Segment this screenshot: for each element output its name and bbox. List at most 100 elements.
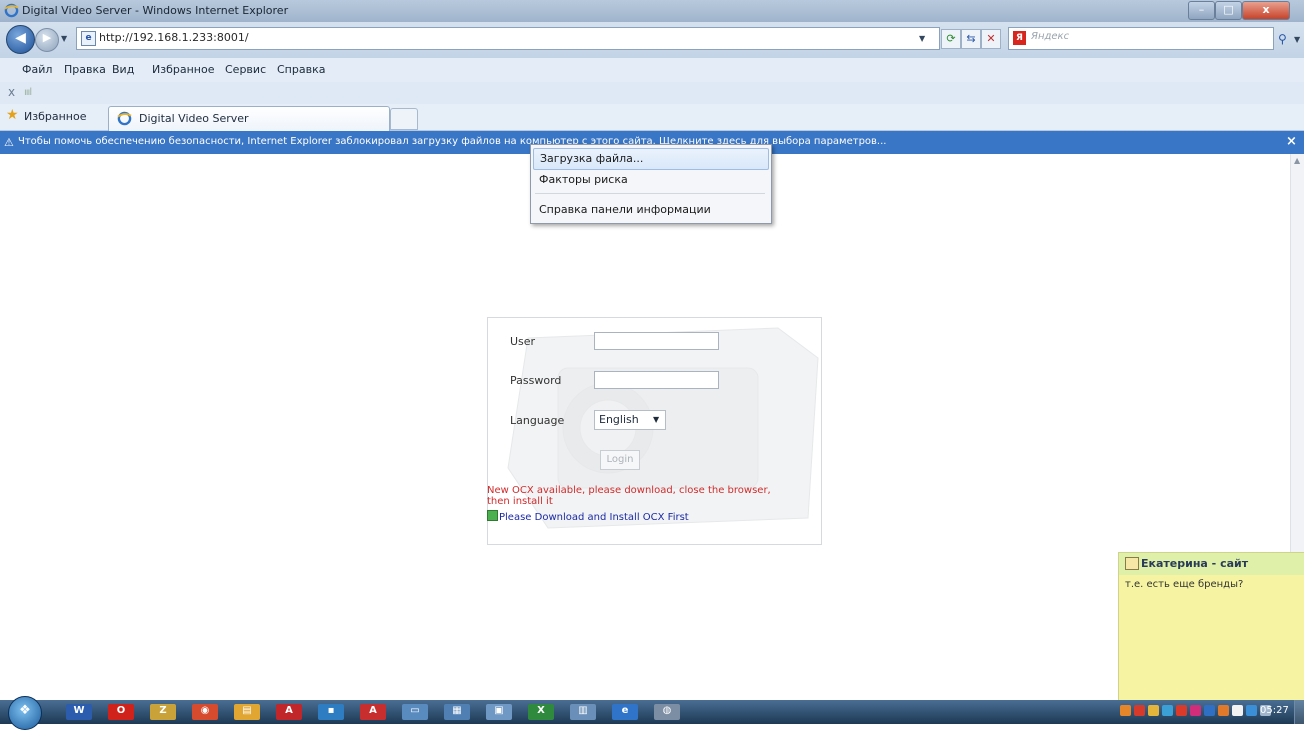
tray-icon[interactable] [1190, 705, 1201, 716]
start-button[interactable]: ❖ [8, 696, 42, 730]
star-icon: ★ [6, 107, 19, 123]
stop-button[interactable]: ✕ [981, 29, 1001, 49]
menu-item-risk-factors[interactable]: Факторы риска [533, 170, 767, 190]
download-icon [487, 510, 498, 521]
show-desktop-button[interactable] [1294, 700, 1304, 724]
close-icon[interactable]: × [1286, 134, 1297, 149]
taskbar-app-excel[interactable]: X [528, 704, 554, 720]
word-icon: W [73, 705, 85, 716]
chat-header: Екатерина - сайт [1119, 553, 1304, 575]
window-title: Digital Video Server - Windows Internet … [22, 4, 289, 17]
tray-icon[interactable] [1204, 705, 1215, 716]
taskbar-app-app9[interactable]: ▭ [402, 704, 428, 720]
internet-explorer-icon: e [621, 705, 629, 716]
address-url[interactable]: http://192.168.1.233:8001/ [99, 31, 249, 44]
menu-bar: Файл Правка Вид Избранное Сервис Справка [0, 58, 1304, 83]
taskbar-app-app8[interactable]: A [360, 704, 386, 720]
acrobat-icon: A [285, 705, 293, 716]
app7-icon: ▪ [327, 705, 335, 716]
arrow-right-icon: ▶ [42, 31, 52, 44]
forward-button[interactable]: ▶ [35, 28, 59, 52]
tray-icon[interactable] [1148, 705, 1159, 716]
menu-edit[interactable]: Правка [64, 63, 106, 76]
command-bar: x ıııl [0, 82, 1304, 105]
ocx-download-label[interactable]: Please Download and Install OCX First [499, 512, 689, 523]
address-dropdown-icon[interactable]: ▼ [919, 34, 925, 43]
password-input[interactable] [594, 371, 719, 389]
login-button[interactable]: Login [600, 450, 640, 470]
menu-separator [535, 193, 765, 194]
taskbar-app-explorer-folder[interactable]: ▤ [234, 704, 260, 720]
search-icon[interactable]: ⚲ [1278, 32, 1287, 46]
ocx-download-link[interactable]: Please Download and Install OCX First [487, 510, 689, 523]
app11-icon: ▣ [494, 705, 504, 716]
password-label: Password [510, 374, 562, 387]
windows-logo-icon: ❖ [19, 703, 31, 718]
taskbar-app-acrobat[interactable]: A [276, 704, 302, 720]
taskbar-app-opera[interactable]: O [108, 704, 134, 720]
ie-icon [4, 3, 19, 18]
new-tab-button[interactable] [390, 108, 418, 130]
back-button[interactable]: ◀ [6, 25, 35, 54]
chat-message: т.е. есть еще бренды? [1125, 579, 1244, 590]
language-select[interactable]: English ▼ [594, 410, 666, 430]
ocx-warning-text: New OCX available, please download, clos… [487, 485, 771, 507]
clock[interactable]: 05:27 [1260, 705, 1289, 716]
taskbar-app-app10[interactable]: ▦ [444, 704, 470, 720]
tray-icon[interactable] [1246, 705, 1257, 716]
user-input[interactable] [594, 332, 719, 350]
favorites-label: Избранное [24, 110, 87, 123]
chat-notification[interactable]: Екатерина - сайт т.е. есть еще бренды? [1118, 552, 1304, 704]
maximize-button[interactable]: □ [1215, 1, 1242, 20]
refresh-button[interactable]: ⟳ [941, 29, 961, 49]
tab-digital-video-server[interactable]: Digital Video Server [108, 106, 390, 131]
app9-icon: ▭ [410, 705, 420, 716]
menu-item-label: Загрузка файла... [540, 152, 644, 165]
taskbar-app-app7[interactable]: ▪ [318, 704, 344, 720]
scroll-up-icon[interactable]: ▲ [1294, 156, 1300, 165]
menu-help[interactable]: Справка [277, 63, 325, 76]
menu-view[interactable]: Вид [112, 63, 134, 76]
message-icon [1125, 557, 1139, 570]
search-dropdown-icon[interactable]: ▼ [1294, 35, 1300, 44]
language-value: English [599, 413, 639, 426]
taskbar-app-internet-explorer[interactable]: e [612, 704, 638, 720]
app15-icon: ◍ [662, 705, 672, 716]
compatibility-view-button[interactable]: ⇆ [961, 29, 981, 49]
history-dropdown-icon[interactable]: ▼ [61, 34, 67, 43]
menu-favorites[interactable]: Избранное [152, 63, 214, 76]
taskbar-app-app13[interactable]: ▥ [570, 704, 596, 720]
menu-item-information-bar-help[interactable]: Справка панели информации [533, 200, 767, 220]
search-box[interactable]: Я Яндекс [1008, 27, 1274, 50]
app10-icon: ▦ [452, 705, 462, 716]
tray-icon[interactable] [1162, 705, 1173, 716]
search-placeholder[interactable]: Яндекс [1031, 31, 1069, 42]
taskbar-app-app11[interactable]: ▣ [486, 704, 512, 720]
language-label: Language [510, 414, 565, 427]
taskbar-app-chrome[interactable]: ◉ [192, 704, 218, 720]
excel-icon: X [537, 705, 545, 716]
close-toolbar-icon[interactable]: x [8, 85, 15, 99]
explorer-folder-icon: ▤ [242, 705, 252, 716]
menu-item-download-file[interactable]: Загрузка файла... [533, 148, 769, 170]
tray-icon[interactable] [1218, 705, 1229, 716]
title-bar: Digital Video Server - Windows Internet … [0, 0, 1304, 22]
arrow-left-icon: ◀ [15, 30, 26, 46]
menu-tools[interactable]: Сервис [225, 63, 266, 76]
tray-icon[interactable] [1134, 705, 1145, 716]
taskbar-app-app15[interactable]: ◍ [654, 704, 680, 720]
address-bar[interactable]: e http://192.168.1.233:8001/ [76, 27, 940, 50]
taskbar: ❖ W O Z ◉ ▤ A ▪ A ▭ ▦ ▣ X ▥ e ◍ 05:27 [0, 696, 1304, 730]
tray-icon[interactable] [1176, 705, 1187, 716]
app8-icon: A [369, 705, 377, 716]
minimize-button[interactable]: – [1188, 1, 1215, 20]
shield-icon: ⚠ [4, 136, 14, 149]
taskbar-app-word[interactable]: W [66, 704, 92, 720]
tray-icon[interactable] [1120, 705, 1131, 716]
menu-item-label: Факторы риска [539, 173, 628, 186]
tray-icon[interactable] [1232, 705, 1243, 716]
close-window-button[interactable]: x [1242, 1, 1290, 20]
menu-file[interactable]: Файл [22, 63, 52, 76]
app3-icon: Z [159, 705, 167, 716]
taskbar-app-app3[interactable]: Z [150, 704, 176, 720]
